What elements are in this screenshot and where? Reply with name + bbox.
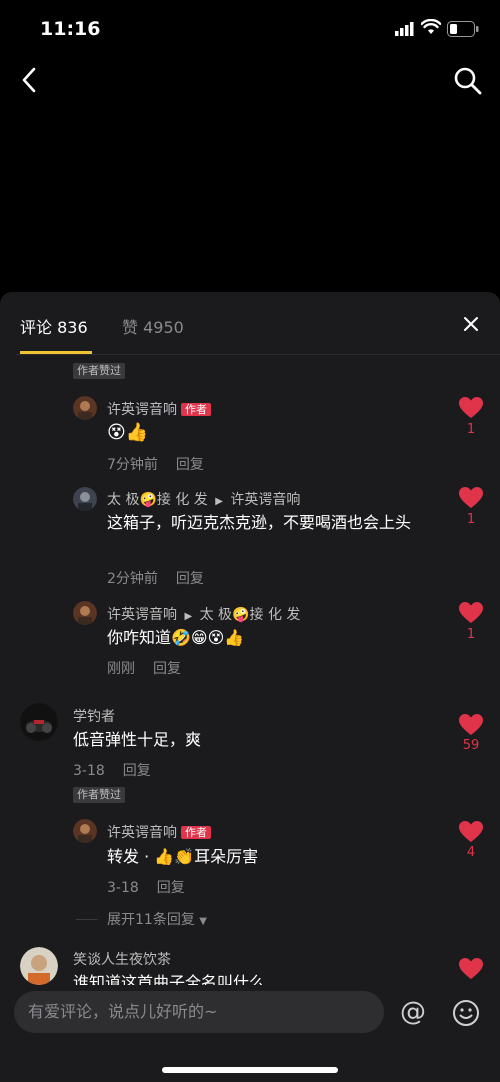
tab-comments[interactable]: 评论 836 (20, 314, 88, 338)
comment-time: 7分钟前 (107, 457, 158, 473)
like-count: 1 (466, 512, 476, 527)
comment-text: 这箱子，听迈克杰克逊，不要喝酒也会上头 (107, 513, 412, 532)
home-indicator (162, 1067, 338, 1073)
comment-text: 转发 · 👍👏耳朵厉害 (107, 847, 259, 866)
reply-button[interactable]: 回复 (176, 457, 204, 473)
comment-input-bar: 有爱评论，说点儿好听的~ @ (0, 985, 500, 1082)
reply-button[interactable]: 回复 (176, 571, 204, 587)
heart-icon[interactable] (458, 820, 484, 844)
status-bar: 11:16 (0, 0, 500, 60)
comment-time: 2分钟前 (107, 571, 158, 587)
author-badge: 作者 (181, 403, 211, 416)
comment-author-name[interactable]: 太 极🤪接 化 发 (107, 492, 208, 508)
comment-text: 你咋知道🤣😁😵👍 (107, 628, 245, 647)
reply-button[interactable]: 回复 (153, 661, 181, 677)
reply-target-name[interactable]: 许英谔音响 (230, 492, 300, 508)
reply-arrow-icon: ▶ (215, 496, 223, 507)
expand-replies-button[interactable]: 展开11条回复 ▼ (107, 909, 207, 929)
reply-button[interactable]: 回复 (123, 763, 151, 779)
heart-icon[interactable] (458, 957, 484, 981)
comment-text: 低音弹性十足，爽 (73, 730, 202, 749)
comment-time: 刚刚 (107, 661, 135, 677)
battery-icon (447, 21, 479, 37)
avatar[interactable] (20, 947, 58, 985)
author-liked-tag: 作者赞过 (73, 363, 125, 379)
reply-arrow-icon: ▶ (184, 611, 193, 622)
like-count: 4 (466, 845, 476, 860)
expand-divider (76, 919, 98, 920)
signal-icon (395, 22, 414, 36)
heart-icon[interactable] (458, 486, 484, 510)
close-icon[interactable] (461, 314, 481, 334)
reply-target-name[interactable]: 太 极🤪接 化 发 (200, 607, 301, 623)
search-icon[interactable] (451, 64, 483, 96)
like-count: 1 (466, 627, 476, 642)
tab-divider (16, 354, 500, 355)
avatar[interactable] (20, 703, 58, 741)
comment-time: 3-18 (107, 880, 139, 896)
emoji-icon[interactable] (452, 999, 480, 1027)
comment-author-name[interactable]: 许英谔音响 (107, 825, 177, 841)
avatar[interactable] (73, 601, 97, 625)
back-icon[interactable] (16, 64, 44, 96)
heart-icon[interactable] (458, 713, 484, 737)
status-time: 11:16 (40, 18, 101, 40)
comment-author-name[interactable]: 笑谈人生夜饮茶 (73, 949, 171, 969)
like-count: 59 (462, 738, 480, 753)
chevron-down-icon: ▼ (199, 916, 207, 927)
heart-icon[interactable] (458, 601, 484, 625)
reply-button[interactable]: 回复 (157, 880, 185, 896)
comment-panel: 评论 836 赞 4950 作者赞过 许英谔音响 作者 😵👍 7分钟前 回复 1 太… (0, 292, 500, 1082)
comment-time: 3-18 (73, 763, 105, 779)
wifi-icon (421, 19, 441, 34)
comment-author-name[interactable]: 许英谔音响 (107, 607, 177, 623)
expand-replies-label: 展开11条回复 (107, 912, 195, 928)
tab-likes[interactable]: 赞 4950 (122, 314, 184, 338)
heart-icon[interactable] (458, 396, 484, 420)
avatar[interactable] (73, 487, 97, 511)
avatar[interactable] (73, 819, 97, 843)
comment-author-name[interactable]: 学钓者 (73, 706, 115, 726)
author-badge: 作者 (181, 826, 211, 839)
author-liked-tag: 作者赞过 (73, 787, 125, 803)
avatar[interactable] (73, 396, 97, 420)
comment-text: 😵👍 (107, 422, 149, 443)
comment-input[interactable]: 有爱评论，说点儿好听的~ (14, 991, 384, 1033)
comment-text: 谁知道这首曲子全名叫什么 (73, 973, 266, 985)
like-count: 1 (466, 422, 476, 437)
comment-author-name[interactable]: 许英谔音响 (107, 402, 177, 418)
mention-icon[interactable]: @ (400, 997, 426, 1027)
